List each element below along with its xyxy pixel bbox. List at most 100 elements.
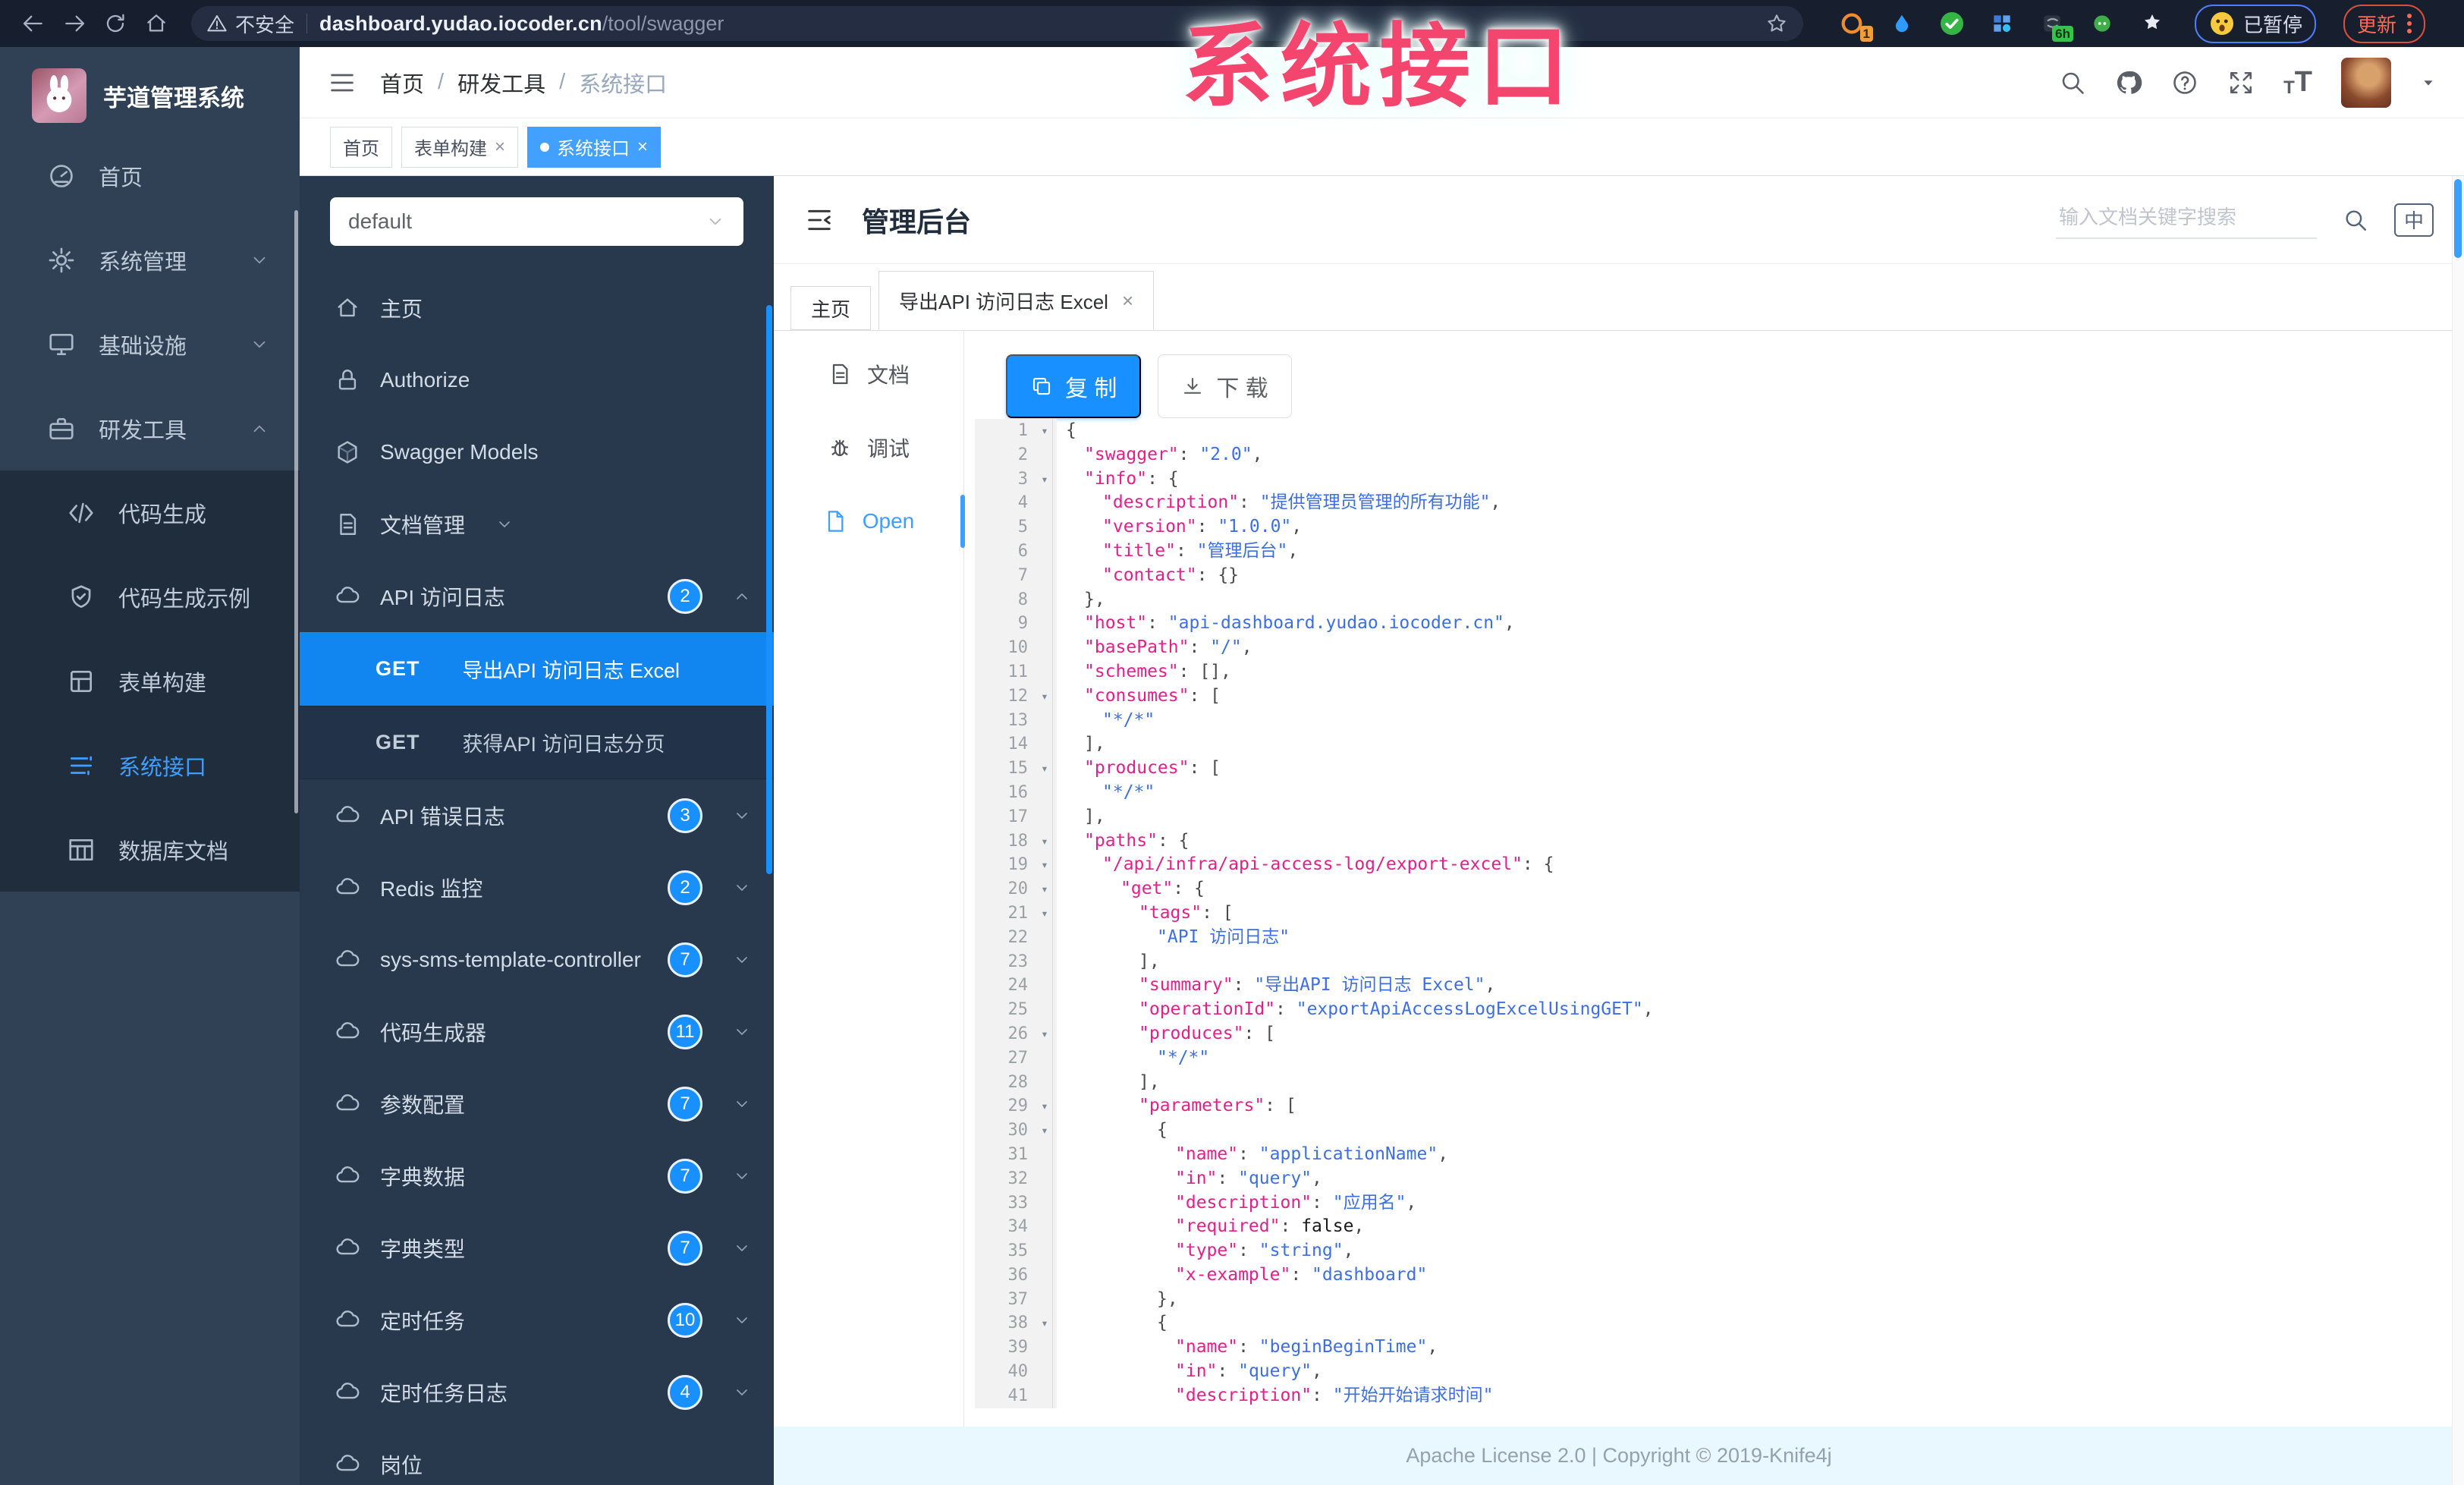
- doc-nav-Open[interactable]: Open: [774, 484, 965, 558]
- swagger-menu-item-Authorize[interactable]: Authorize: [300, 344, 774, 416]
- forward-icon[interactable]: [58, 7, 91, 40]
- swagger-menu-item-文档管理[interactable]: 文档管理: [300, 488, 774, 560]
- swagger-menu-item-API 访问日志[interactable]: API 访问日志 2: [300, 560, 774, 632]
- profile-paused-pill[interactable]: 已暂停: [2195, 4, 2317, 43]
- swagger-menu-item-代码生成器[interactable]: 代码生成器 11: [300, 996, 774, 1068]
- swagger-menu-item-sys-sms-template-controller[interactable]: sys-sms-template-controller 7: [300, 923, 774, 996]
- doc-tab-导出API 访问日志 Excel[interactable]: 导出API 访问日志 Excel ×: [878, 271, 1155, 330]
- download-button[interactable]: 下 载: [1158, 354, 1292, 418]
- swagger-menu-item-字典数据[interactable]: 字典数据 7: [300, 1140, 774, 1212]
- extension-blue-grid[interactable]: [1987, 8, 2017, 39]
- app-sidebar-scrollbar[interactable]: [294, 210, 298, 813]
- tag-tab-表单构建[interactable]: 表单构建 ×: [401, 126, 519, 168]
- update-label: 更新: [2357, 13, 2397, 36]
- sidebar-subitem-系统接口[interactable]: 系统接口: [0, 723, 300, 807]
- sidebar-item-研发工具[interactable]: 研发工具: [0, 386, 300, 470]
- swagger-menu-item-岗位[interactable]: 岗位: [300, 1428, 774, 1485]
- sidebar-submenu: 代码生成 代码生成示例 表单构建 系统接口 数据库文档: [0, 470, 300, 892]
- content-scrollbar[interactable]: [2452, 176, 2464, 1485]
- extension-blue-drop[interactable]: [1887, 8, 1917, 39]
- language-switch-icon[interactable]: 中: [2394, 203, 2434, 237]
- code-line: 39 "name": "beginBeginTime",: [975, 1336, 2464, 1361]
- doc-search-box[interactable]: [2056, 200, 2318, 239]
- browser-menu-icon[interactable]: [2407, 14, 2412, 33]
- fold-arrow-icon[interactable]: ▾: [1032, 1311, 1057, 1336]
- font-size-icon[interactable]: TT: [2283, 66, 2312, 99]
- help-icon[interactable]: [2171, 69, 2198, 96]
- swagger-menu-item-定时任务[interactable]: 定时任务 10: [300, 1284, 774, 1356]
- breadcrumb-item[interactable]: 研发工具: [457, 67, 545, 99]
- doc-nav-调试[interactable]: 调试: [774, 411, 963, 484]
- fold-arrow-icon[interactable]: ▾: [1032, 419, 1057, 443]
- doc-search-icon[interactable]: [2343, 207, 2368, 233]
- code-text: "in": "query",: [1175, 1168, 1322, 1188]
- tag-tab-系统接口[interactable]: 系统接口 ×: [527, 126, 662, 168]
- address-bar[interactable]: 不安全 dashboard.yudao.iocoder.cn /tool/swa…: [191, 6, 1803, 41]
- bookmark-star-icon[interactable]: [1765, 12, 1788, 35]
- fold-arrow-icon[interactable]: ▾: [1032, 684, 1057, 709]
- fold-arrow-icon[interactable]: ▾: [1032, 1094, 1057, 1119]
- user-avatar[interactable]: [2341, 57, 2391, 108]
- extension-green-check[interactable]: [1937, 8, 1967, 39]
- sidebar-subitem-数据库文档[interactable]: 数据库文档: [0, 807, 300, 892]
- sidebar-toggle-icon[interactable]: [327, 68, 357, 98]
- count-badge: 7: [668, 942, 702, 977]
- doc-tab-主页[interactable]: 主页: [790, 286, 872, 330]
- close-icon[interactable]: ×: [1122, 289, 1133, 313]
- iface-icon: [67, 751, 96, 780]
- sidebar-subitem-表单构建[interactable]: 表单构建: [0, 639, 300, 723]
- sidebar-item-基础设施[interactable]: 基础设施: [0, 302, 300, 386]
- tag-tab-首页[interactable]: 首页: [330, 126, 392, 168]
- swagger-menu-item-定时任务日志[interactable]: 定时任务日志 4: [300, 1356, 774, 1428]
- api-operation-获得API 访问日志分页[interactable]: GET 获得API 访问日志分页: [300, 706, 774, 779]
- fold-arrow-icon[interactable]: ▾: [1032, 1021, 1057, 1046]
- fold-arrow-icon[interactable]: ▾: [1032, 467, 1057, 492]
- swagger-sidebar-scrollbar[interactable]: [766, 305, 772, 874]
- chevron-down-icon[interactable]: [2420, 74, 2437, 91]
- collapse-menu-icon[interactable]: [804, 205, 834, 235]
- api-operation-导出API 访问日志 Excel[interactable]: GET 导出API 访问日志 Excel: [300, 632, 774, 706]
- code-line: 8},: [975, 587, 2464, 612]
- code-line: 27 "*/*": [975, 1046, 2464, 1071]
- back-icon[interactable]: [17, 7, 50, 40]
- swagger-menu-item-Redis 监控[interactable]: Redis 监控 2: [300, 851, 774, 923]
- content-scrollbar-thumb[interactable]: [2454, 179, 2462, 258]
- fullscreen-icon[interactable]: [2227, 69, 2255, 96]
- reload-icon[interactable]: [99, 7, 132, 40]
- copy-button[interactable]: 复 制: [1006, 354, 1142, 418]
- fold-arrow-icon[interactable]: ▾: [1032, 901, 1057, 926]
- swagger-menu-item-API 错误日志[interactable]: API 错误日志 3: [300, 779, 774, 851]
- fold-arrow-icon[interactable]: ▾: [1032, 757, 1057, 781]
- chevron-down-icon: [495, 515, 514, 533]
- copy-icon: [1030, 375, 1053, 398]
- update-button[interactable]: 更新: [2343, 4, 2426, 43]
- swagger-menu-item-主页[interactable]: 主页: [300, 272, 774, 344]
- close-icon[interactable]: ×: [637, 137, 648, 158]
- doc-search-input[interactable]: [2057, 205, 2318, 230]
- api-group-select[interactable]: default: [330, 197, 743, 246]
- extension-white-pin[interactable]: [2137, 8, 2167, 39]
- sidebar-subitem-代码生成示例[interactable]: 代码生成示例: [0, 555, 300, 639]
- swagger-menu-item-字典类型[interactable]: 字典类型 7: [300, 1212, 774, 1284]
- doc-nav-文档[interactable]: 文档: [774, 337, 963, 411]
- sidebar-subitem-代码生成[interactable]: 代码生成: [0, 470, 300, 555]
- fold-arrow-icon[interactable]: ▾: [1032, 829, 1057, 854]
- line-number: 37: [975, 1287, 1032, 1312]
- fold-arrow-icon[interactable]: ▾: [1032, 1118, 1057, 1143]
- sidebar-item-系统管理[interactable]: 系统管理: [0, 218, 300, 302]
- search-icon[interactable]: [2059, 69, 2086, 96]
- fold-arrow-icon[interactable]: ▾: [1032, 853, 1057, 878]
- extension-green-bug[interactable]: [2087, 8, 2117, 39]
- code-editor[interactable]: 1 ▾{2 "swagger": "2.0", 3 ▾ "info": {4 "descri…: [975, 419, 2464, 1408]
- extension-dark-box[interactable]: 6h: [2037, 8, 2073, 42]
- breadcrumb-item[interactable]: 首页: [380, 67, 424, 99]
- extension-orange-ring[interactable]: 1: [1837, 8, 1873, 42]
- line-number: 33: [975, 1191, 1032, 1216]
- fold-arrow-icon[interactable]: ▾: [1032, 877, 1057, 901]
- close-icon[interactable]: ×: [495, 137, 505, 158]
- github-icon[interactable]: [2115, 69, 2142, 96]
- home-icon[interactable]: [140, 7, 173, 40]
- sidebar-item-首页[interactable]: 首页: [0, 134, 300, 218]
- swagger-menu-item-参数配置[interactable]: 参数配置 7: [300, 1068, 774, 1140]
- swagger-menu-item-Swagger Models[interactable]: Swagger Models: [300, 416, 774, 488]
